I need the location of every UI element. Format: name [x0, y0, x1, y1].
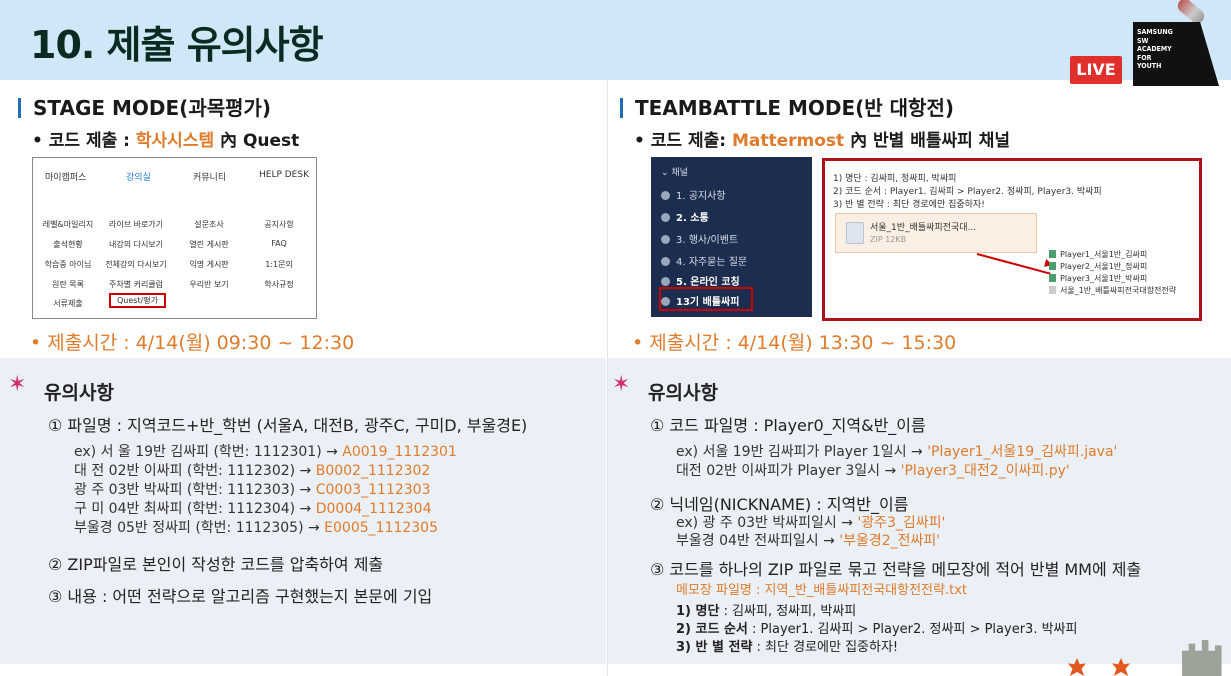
attachment-name: 서울_1반_배틀싸피전국대...: [870, 223, 977, 233]
stage-mode-title: STAGE MODE(과목평가): [18, 92, 271, 121]
stage-submit-line: • 코드 제출 : 학사시스템 內 Quest: [32, 131, 300, 151]
zip-file-item: Player2_서울1반_정싸피: [1049, 261, 1147, 272]
message-line: 1) 명단 : 김싸피, 정싸피, 박싸피: [833, 174, 957, 184]
star-icon: ✶: [8, 372, 27, 397]
teambattle-mode-title: TEAMBATTLE MODE(반 대항전): [620, 92, 954, 121]
channel-item[interactable]: 1. 공지사항: [661, 187, 726, 202]
portal-menu-cell[interactable]: 라이브 바로가기: [101, 219, 171, 230]
memo-line: 1) 명단 : 김싸피, 정싸피, 박싸피: [676, 604, 857, 619]
portal-menu-cell[interactable]: 열린 게시판: [174, 239, 244, 250]
portal-menu-cell[interactable]: 내강의 다시보기: [101, 239, 171, 250]
portal-menu-cell[interactable]: 출석현황: [33, 239, 103, 250]
channel-item[interactable]: 4. 자주묻는 질문: [661, 253, 747, 268]
portal-menu-cell[interactable]: 원란 목록: [33, 279, 103, 290]
channel-item[interactable]: 2. 소통: [661, 209, 709, 224]
portal-menu-cell[interactable]: 레벨&마일리지: [33, 219, 103, 230]
star-icon: ✶: [612, 372, 631, 397]
channel-header: ⌄ 채널: [661, 168, 688, 178]
stage-note-item-3: ③ 내용 : 어떤 전략으로 알고리즘 구현했는지 본문에 기입: [48, 587, 433, 606]
team-notes-title: 유의사항: [648, 382, 718, 404]
portal-menu-cell[interactable]: 학습중 아이님: [33, 259, 103, 270]
team-note-item-1: ① 코드 파일명 : Player0_지역&반_이름: [650, 416, 926, 435]
portal-menu-cell[interactable]: 전체강의 다시보기: [101, 259, 171, 270]
team-example-line: 부울경 04반 전싸피일시 → '부울경2_전싸피': [676, 533, 941, 549]
mattermost-channel-list: ⌄ 채널 1. 공지사항 2. 소통 3. 행사/이벤트 4. 자주묻는 질문 …: [651, 157, 812, 317]
portal-menu-cell[interactable]: 학사규정: [244, 279, 314, 290]
portal-menu-cell[interactable]: 익명 게시판: [174, 259, 244, 270]
quest-menu-highlight[interactable]: Quest/평가: [109, 293, 167, 308]
stage-note-item-1: ① 파일명 : 지역코드+반_학번 (서울A, 대전B, 광주C, 구미D, 부…: [48, 416, 528, 435]
live-badge: LIVE: [1070, 56, 1122, 84]
logo-text: SAMSUNG SW ACADEMY FOR YOUTH: [1137, 28, 1173, 70]
zip-attachment[interactable]: 서울_1반_배틀싸피전국대... ZIP 12KB: [835, 213, 1037, 253]
team-example-line: 대전 02반 이싸피가 Player 3일시 → 'Player3_대전2_이싸…: [676, 463, 1070, 479]
message-line: 2) 코드 순서 : Player1. 김싸피 > Player2. 정싸피, …: [833, 187, 1102, 197]
attachment-size: ZIP 12KB: [870, 235, 907, 244]
memo-line: 2) 코드 순서 : Player1. 김싸피 > Player2. 정싸피 >…: [676, 622, 1078, 637]
stage-example-line: 광 주 03반 박싸피 (학번: 1112303) → C0003_111230…: [74, 482, 431, 498]
portal-nav-item[interactable]: 마이캠퍼스: [45, 170, 86, 183]
channel-item[interactable]: 3. 행사/이벤트: [661, 231, 738, 246]
teambattle-submit-time: • 제출시간 : 4/14(월) 13:30 ~ 15:30: [632, 332, 957, 354]
page-title: 10. 제출 유의사항: [30, 23, 324, 67]
portal-nav-item[interactable]: 커뮤니티: [193, 170, 226, 183]
team-example-line: ex) 서울 19반 김싸피가 Player 1일시 → 'Player1_서울…: [676, 444, 1118, 460]
channel-item[interactable]: 5. 온라인 코칭: [661, 273, 740, 288]
stage-example-line: 대 전 02반 이싸피 (학번: 1112302) → B0002_111230…: [74, 463, 431, 479]
portal-menu-cell[interactable]: 1:1문의: [244, 259, 314, 270]
team-example-line: ex) 광 주 03반 박싸피일시 → '광주3_김싸피': [676, 515, 946, 531]
portal-menu-cell[interactable]: FAQ: [244, 239, 314, 248]
memo-file-name: 메모장 파일명 : 지역_반_배틀싸피전국대항전전략.txt: [676, 583, 967, 598]
memo-line: 3) 반 별 전략 : 최단 경로에만 집중하자!: [676, 640, 899, 655]
quest-menu-label[interactable]: Quest/평가: [109, 293, 167, 308]
stage-submit-time: • 제출시간 : 4/14(월) 09:30 ~ 12:30: [30, 332, 355, 354]
stage-notes-title: 유의사항: [44, 382, 114, 404]
arrow-line: [976, 253, 1051, 275]
battle-channel-highlight: [659, 287, 753, 311]
portal-menu-cell[interactable]: 서류제출: [33, 298, 103, 309]
portal-nav-item[interactable]: HELP DESK: [259, 170, 309, 180]
portal-nav-item-active[interactable]: 강의실: [126, 170, 151, 183]
file-icon: [846, 222, 864, 244]
portal-menu-cell[interactable]: 공지사항: [244, 219, 314, 230]
portal-menu-cell[interactable]: 설문조사: [174, 219, 244, 230]
stage-example-line: 부울경 05반 정싸피 (학번: 1112305) → E0005_111230…: [74, 520, 438, 536]
stage-example-line: ex) 서 울 19반 김싸피 (학번: 1112301) → A0019_11…: [74, 444, 457, 460]
message-line: 3) 반 별 전략 : 최단 경로에만 집중하자!: [833, 200, 985, 210]
teambattle-submit-line: • 코드 제출: Mattermost 內 반별 배틀싸피 채널: [634, 131, 1010, 151]
zip-file-item: 서울_1반_배틀싸피전국대항전전략: [1049, 285, 1176, 296]
team-note-item-2: ② 닉네임(NICKNAME) : 지역반_이름: [650, 495, 909, 514]
portal-menu-cell[interactable]: 주차별 커리큘럼: [101, 279, 171, 290]
portal-screenshot: 마이캠퍼스 강의실 커뮤니티 HELP DESK 레벨&마일리지 라이브 바로가…: [32, 157, 317, 319]
stage-note-item-2: ② ZIP파일로 본인이 작성한 코드를 압축하여 제출: [48, 555, 384, 574]
mattermost-message-preview: 1) 명단 : 김싸피, 정싸피, 박싸피 2) 코드 순서 : Player1…: [822, 158, 1202, 321]
stage-example-line: 구 미 04반 최싸피 (학번: 1112304) → D0004_111230…: [74, 501, 432, 517]
portal-menu-cell[interactable]: 우리반 보기: [174, 279, 244, 290]
zip-file-item: Player1_서울1반_김싸피: [1049, 249, 1147, 260]
zip-file-item: Player3_서울1반_박싸피: [1049, 273, 1147, 284]
team-note-item-3: ③ 코드를 하나의 ZIP 파일로 묶고 전략을 메모장에 적어 반별 MM에 …: [650, 560, 1142, 579]
